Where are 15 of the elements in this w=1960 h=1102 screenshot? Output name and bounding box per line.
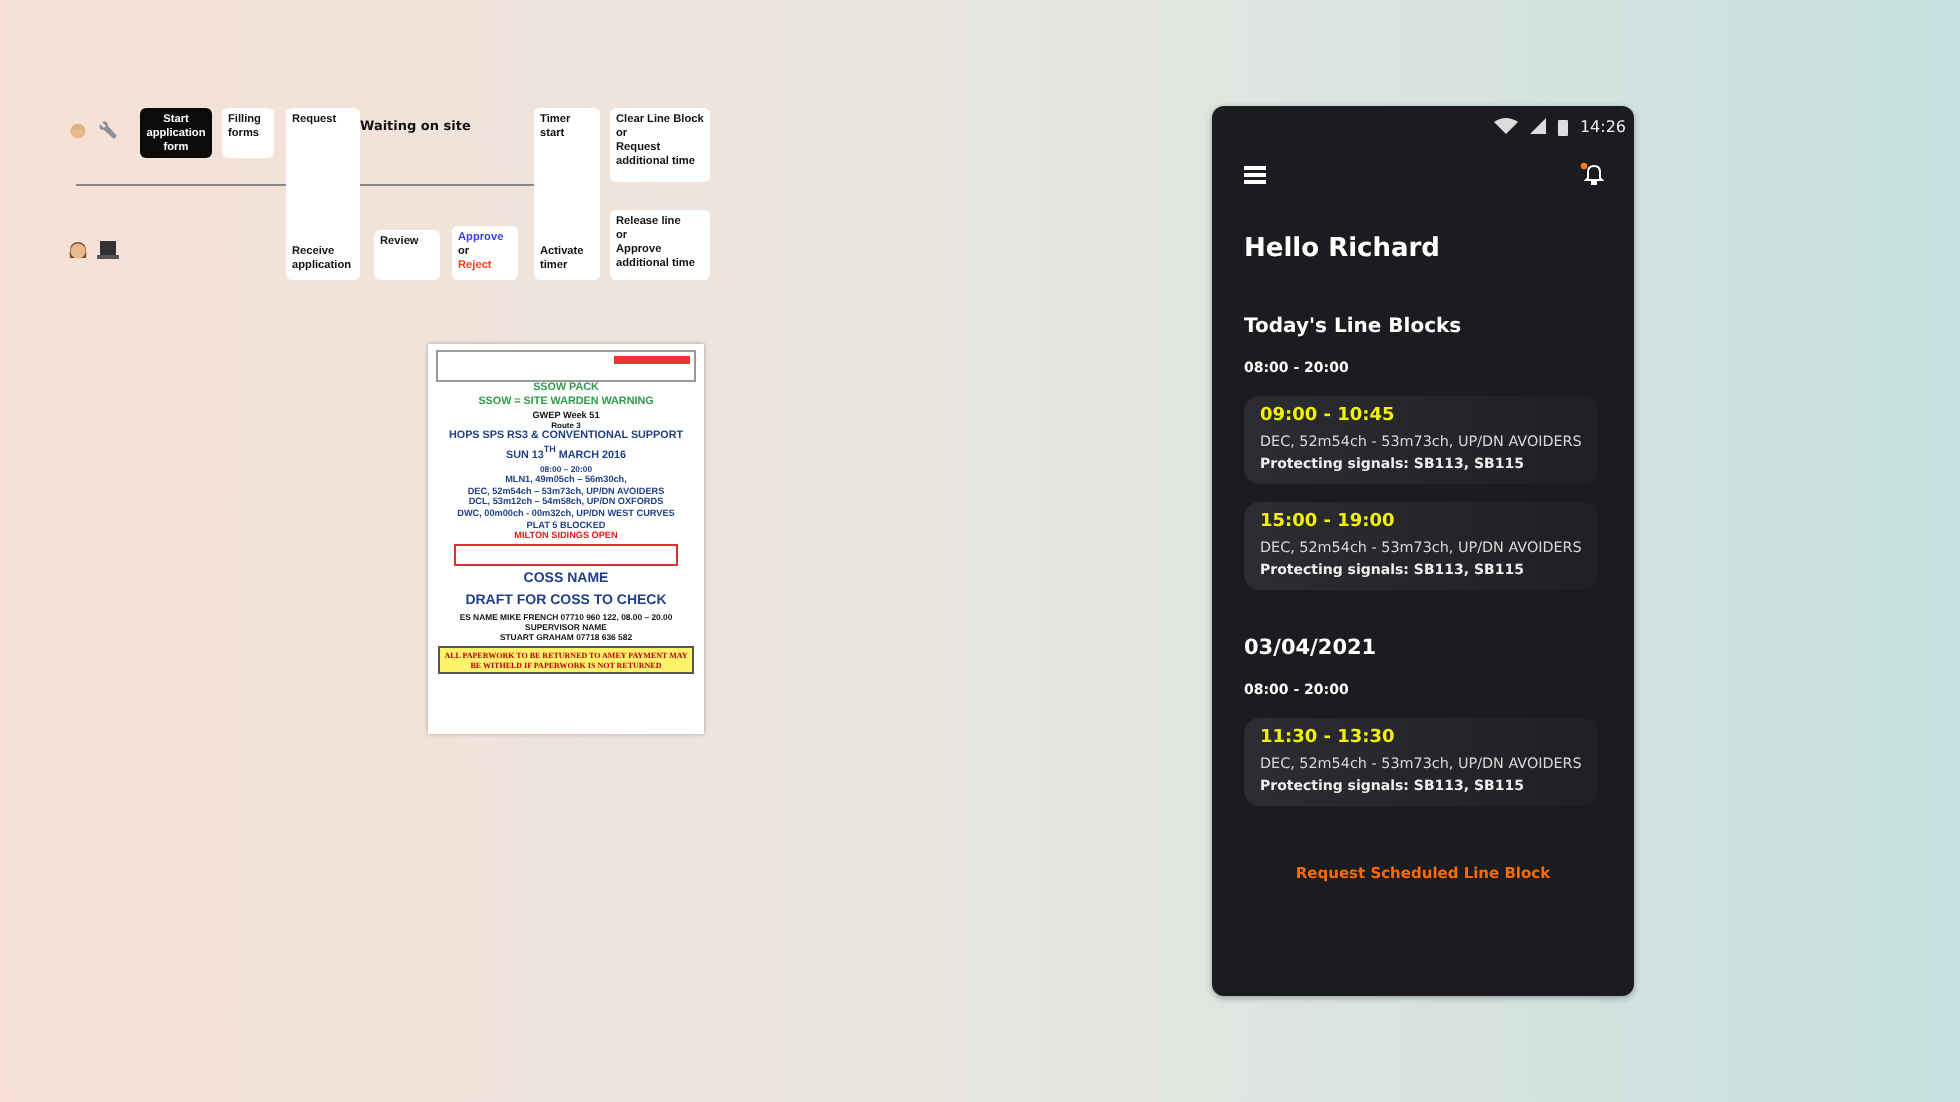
block-time: 15:00 - 19:00 <box>1260 512 1397 532</box>
bell-icon[interactable] <box>1580 162 1606 186</box>
status-time: 14:26 <box>1579 117 1626 135</box>
battery-icon <box>1557 117 1568 135</box>
greeting: Hello Richard <box>1244 234 1442 264</box>
wifi-icon <box>1493 118 1518 134</box>
wrench-icon <box>98 120 118 140</box>
menu-icon[interactable] <box>1244 165 1266 183</box>
block-time: 09:00 - 10:45 <box>1260 406 1397 426</box>
signal-icon <box>1529 118 1546 134</box>
section-heading: Today's Line Blocks <box>1244 316 1464 338</box>
person-icon <box>68 240 88 262</box>
date-heading: 03/04/2021 <box>1244 636 1379 660</box>
person-icon <box>68 120 88 142</box>
block-time: 11:30 - 13:30 <box>1260 728 1397 748</box>
